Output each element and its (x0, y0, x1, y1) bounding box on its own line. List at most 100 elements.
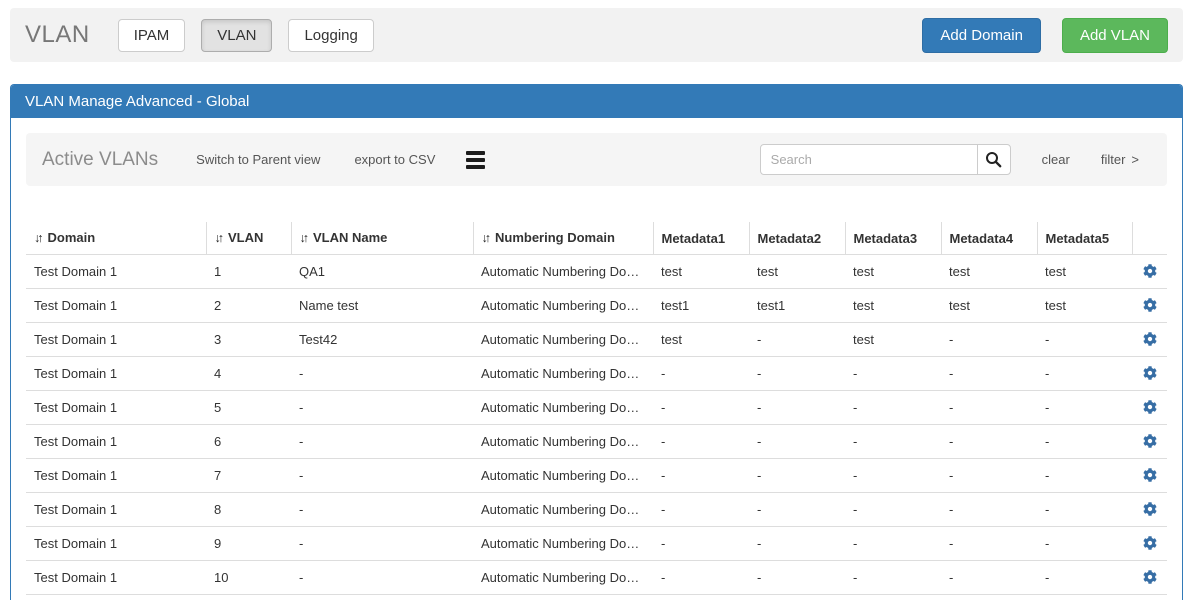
row-actions-cell (1132, 289, 1167, 323)
table-cell: Automatic Numbering Doma... (473, 289, 653, 323)
search-icon (985, 151, 1002, 168)
gear-icon[interactable] (1141, 568, 1159, 586)
table-cell: 5 (206, 391, 291, 425)
gear-icon[interactable] (1141, 296, 1159, 314)
row-actions-cell (1132, 323, 1167, 357)
table-cell: Automatic Numbering Doma... (473, 459, 653, 493)
table-cell: - (749, 561, 845, 595)
column-header-actions (1132, 222, 1167, 255)
column-header-vlan[interactable]: ↓↑VLAN (206, 222, 291, 255)
page-title: VLAN (25, 21, 90, 49)
hamburger-icon[interactable] (466, 148, 485, 172)
gear-icon[interactable] (1141, 432, 1159, 450)
table-cell: - (749, 357, 845, 391)
table-cell: - (749, 493, 845, 527)
table-cell: - (1037, 357, 1132, 391)
filter-link[interactable]: filter> (1101, 152, 1139, 167)
table-cell: - (653, 357, 749, 391)
table-cell: Automatic Numbering Doma... (473, 527, 653, 561)
column-header-metadata1: Metadata1 (653, 222, 749, 255)
table-cell: - (845, 425, 941, 459)
table-cell: Test Domain 1 (26, 255, 206, 289)
add-vlan-button[interactable]: Add VLAN (1062, 18, 1168, 53)
table-cell: Test42 (291, 323, 473, 357)
search-input[interactable] (760, 144, 978, 175)
table-cell: - (1037, 493, 1132, 527)
sort-icon: ↓↑ (482, 231, 489, 245)
add-domain-button[interactable]: Add Domain (922, 18, 1041, 53)
table-cell: - (1037, 323, 1132, 357)
column-header-metadata2: Metadata2 (749, 222, 845, 255)
clear-link[interactable]: clear (1042, 152, 1070, 167)
table-cell: test (845, 289, 941, 323)
search-group (760, 144, 1011, 175)
table-cell: - (1037, 459, 1132, 493)
table-cell: - (941, 493, 1037, 527)
table-cell: 6 (206, 425, 291, 459)
table-row: Test Domain 13Test42Automatic Numbering … (26, 323, 1167, 357)
table-cell: - (941, 357, 1037, 391)
export-to-csv-link[interactable]: export to CSV (354, 152, 435, 167)
column-header-vlan-name[interactable]: ↓↑VLAN Name (291, 222, 473, 255)
table-cell: - (653, 459, 749, 493)
table-cell: - (1037, 561, 1132, 595)
column-header-numbering-domain[interactable]: ↓↑Numbering Domain (473, 222, 653, 255)
search-button[interactable] (977, 144, 1011, 175)
row-actions-cell (1132, 391, 1167, 425)
table-cell: Automatic Numbering Doma... (473, 561, 653, 595)
table-cell: Test Domain 1 (26, 425, 206, 459)
table-cell: - (291, 561, 473, 595)
table-cell: Automatic Numbering Doma... (473, 323, 653, 357)
gear-icon[interactable] (1141, 534, 1159, 552)
gear-icon[interactable] (1141, 364, 1159, 382)
gear-icon[interactable] (1141, 466, 1159, 484)
table-cell: Automatic Numbering Doma... (473, 357, 653, 391)
table-cell: test (1037, 255, 1132, 289)
table-cell: 10 (206, 561, 291, 595)
table-cell: - (845, 391, 941, 425)
gear-icon[interactable] (1141, 500, 1159, 518)
sort-icon: ↓↑ (215, 231, 222, 245)
table-cell: Test Domain 1 (26, 323, 206, 357)
table-cell: - (1037, 527, 1132, 561)
table-row: Test Domain 15-Automatic Numbering Doma.… (26, 391, 1167, 425)
gear-icon[interactable] (1141, 330, 1159, 348)
switch-to-parent-view-link[interactable]: Switch to Parent view (196, 152, 320, 167)
row-actions-cell (1132, 527, 1167, 561)
table-cell: test (653, 323, 749, 357)
gear-icon[interactable] (1141, 398, 1159, 416)
table-cell: - (653, 527, 749, 561)
table-header-row: ↓↑Domain ↓↑VLAN ↓↑VLAN Name ↓↑Numbering … (26, 222, 1167, 255)
row-actions-cell (1132, 255, 1167, 289)
table-cell: - (941, 527, 1037, 561)
table-row: Test Domain 16-Automatic Numbering Doma.… (26, 425, 1167, 459)
table-cell: 7 (206, 459, 291, 493)
table-cell: - (653, 561, 749, 595)
row-actions-cell (1132, 561, 1167, 595)
table-row: Test Domain 12Name testAutomatic Numberi… (26, 289, 1167, 323)
table-cell: - (845, 493, 941, 527)
nav-button-logging[interactable]: Logging (288, 19, 373, 52)
gear-icon[interactable] (1141, 262, 1159, 280)
table-row: Test Domain 19-Automatic Numbering Doma.… (26, 527, 1167, 561)
table-cell: QA1 (291, 255, 473, 289)
table-cell: Test Domain 1 (26, 391, 206, 425)
table-cell: - (749, 527, 845, 561)
table-row: Test Domain 11QA1Automatic Numbering Dom… (26, 255, 1167, 289)
nav-button-vlan[interactable]: VLAN (201, 19, 272, 52)
table-row: Test Domain 17-Automatic Numbering Doma.… (26, 459, 1167, 493)
table-cell: Test Domain 1 (26, 357, 206, 391)
table-cell: - (653, 493, 749, 527)
column-header-domain[interactable]: ↓↑Domain (26, 222, 206, 255)
table-cell: test1 (749, 289, 845, 323)
table-cell: test (1037, 289, 1132, 323)
nav-button-ipam[interactable]: IPAM (118, 19, 186, 52)
table-cell: test (941, 255, 1037, 289)
table-cell: - (845, 527, 941, 561)
column-header-metadata5: Metadata5 (1037, 222, 1132, 255)
vlan-table: ↓↑Domain ↓↑VLAN ↓↑VLAN Name ↓↑Numbering … (26, 222, 1167, 595)
table-cell: - (941, 459, 1037, 493)
table-cell: - (941, 391, 1037, 425)
table-cell: test (845, 323, 941, 357)
table-cell: - (941, 425, 1037, 459)
